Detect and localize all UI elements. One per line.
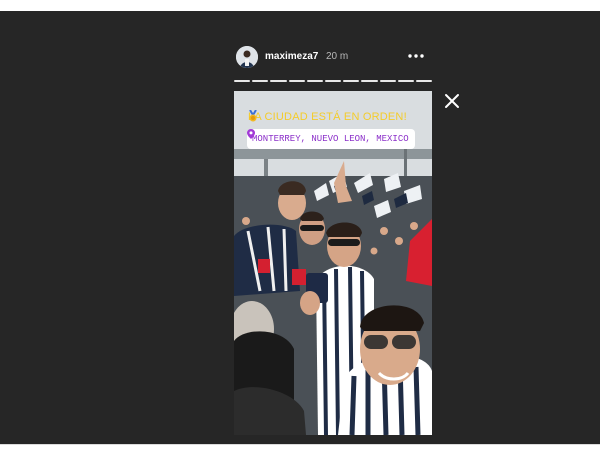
medal-emoji-icon [249, 110, 419, 122]
progress-segment [397, 80, 414, 82]
progress-segment [361, 80, 378, 82]
progress-segment [234, 80, 251, 82]
location-text: MONTERREY, NUEVO LEON, MEXICO [252, 134, 409, 144]
location-sticker[interactable]: MONTERREY, NUEVO LEON, MEXICO [247, 129, 415, 149]
story-caption: LA CIUDAD ESTÁ EN ORDEN! [248, 110, 419, 123]
more-options-icon[interactable] [406, 46, 426, 66]
progress-segment [379, 80, 396, 82]
progress-segment [252, 80, 269, 82]
progress-segment [343, 80, 360, 82]
progress-segment [288, 80, 305, 82]
avatar[interactable] [236, 46, 258, 68]
progress-segment [306, 80, 323, 82]
progress-segment [324, 80, 342, 82]
story-timestamp: 20 m [326, 51, 349, 62]
progress-segment [270, 80, 287, 82]
progress-segment [415, 80, 433, 82]
story-progress-bar [234, 80, 433, 82]
story-header: maximeza7 20 m [234, 41, 432, 73]
username[interactable]: maximeza7 [265, 51, 318, 62]
close-icon[interactable] [442, 91, 462, 111]
location-pin-icon [247, 129, 255, 139]
caption-text: LA CIUDAD ESTÁ EN ORDEN! [248, 111, 407, 123]
story-photo[interactable]: LA CIUDAD ESTÁ EN ORDEN! MONTERREY, NUEV… [234, 91, 432, 435]
story-viewer: maximeza7 20 m LA CIUDAD ESTÁ EN ORDEN! … [0, 11, 600, 444]
story-card: maximeza7 20 m LA CIUDAD ESTÁ EN ORDEN! … [234, 41, 433, 435]
